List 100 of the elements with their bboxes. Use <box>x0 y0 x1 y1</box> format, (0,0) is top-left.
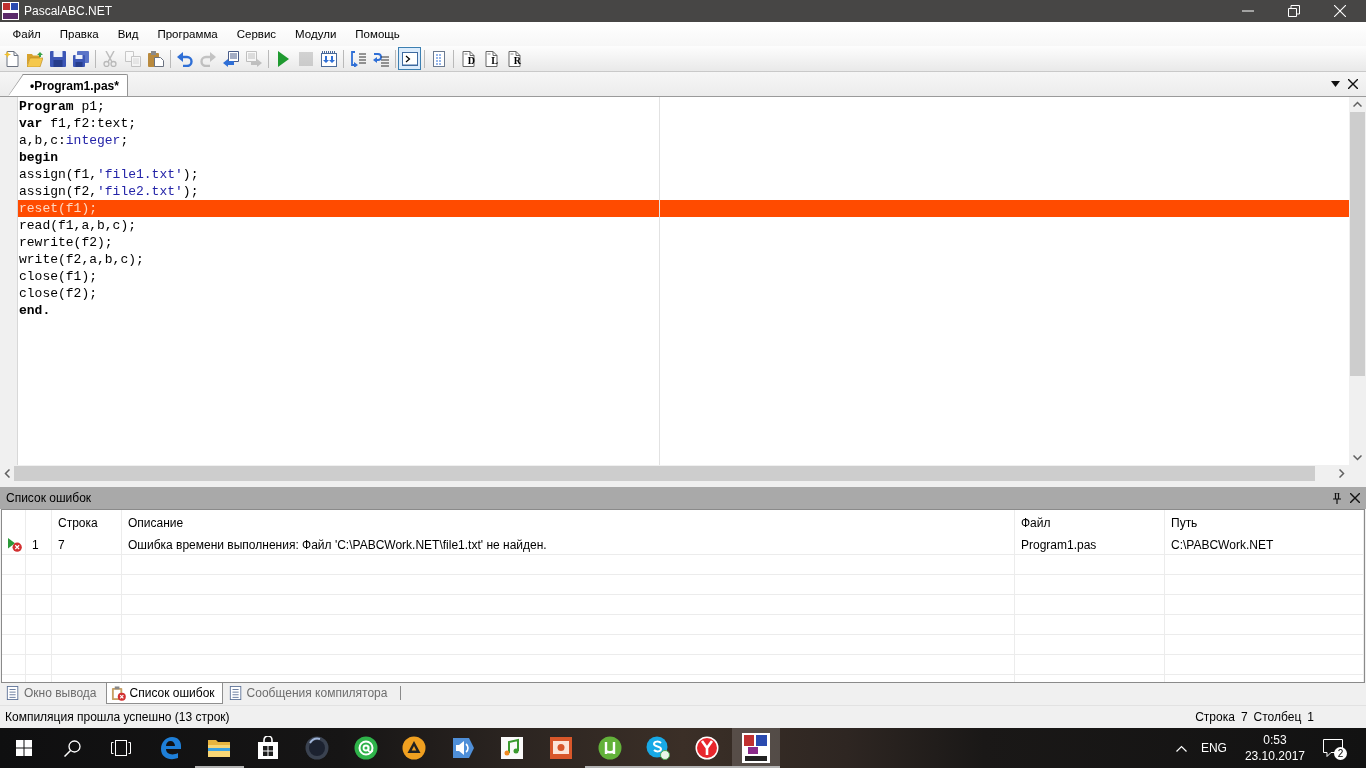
dark-sphere-icon <box>304 736 329 760</box>
language-indicator[interactable]: ENG <box>1194 741 1237 755</box>
notification-count: 2 <box>1334 747 1347 760</box>
copy-icon <box>124 50 141 67</box>
undo-icon <box>176 50 193 67</box>
menu-item[interactable]: Программа <box>147 24 228 44</box>
search-icon <box>63 739 81 757</box>
panel-tab[interactable]: Список ошибок <box>105 683 223 704</box>
output-window-button[interactable] <box>398 47 421 70</box>
column-header[interactable]: Путь <box>1165 510 1364 535</box>
page-arrow-left-icon <box>222 50 239 67</box>
window-title: PascalABC.NET <box>24 4 114 18</box>
menu-item[interactable]: Вид <box>108 24 148 44</box>
close-icon[interactable] <box>1350 493 1360 503</box>
scissors-icon <box>101 50 118 67</box>
status-message: Компиляция прошла успешно (13 строк) <box>5 710 231 724</box>
table-cell: Program1.pas <box>1021 538 1097 552</box>
triangle-disc-icon <box>402 736 427 760</box>
vertical-scrollbar[interactable] <box>1349 97 1366 465</box>
list-page-icon <box>6 686 20 700</box>
arrow-lines-icon <box>372 50 389 67</box>
menu-item[interactable]: Правка <box>50 24 109 44</box>
shopping-bag-icon <box>256 736 280 760</box>
chevron-right-icon[interactable] <box>1339 469 1345 478</box>
code-line: begin <box>18 149 59 166</box>
speaker-icon <box>451 736 476 760</box>
curved-arrow-lines-icon <box>349 50 366 67</box>
column-label: Столбец <box>1253 710 1302 724</box>
windows-logo-icon <box>16 740 32 756</box>
menu-item[interactable]: Файл <box>3 24 51 44</box>
column-number: 1 <box>1307 710 1314 724</box>
floppy-disks-icon <box>72 50 89 67</box>
column-header[interactable]: Файл <box>1015 510 1165 535</box>
table-cell: 1 <box>32 538 39 552</box>
console-icon <box>401 50 418 67</box>
torrent-icon <box>597 736 622 760</box>
page-arrow-right-icon <box>245 50 262 67</box>
code-line: read(f1,a,b,c); <box>18 217 138 234</box>
slides-icon <box>548 736 573 760</box>
list-page-icon <box>228 686 243 700</box>
column-header[interactable]: Строка <box>52 510 122 535</box>
app-logo-icon <box>741 733 770 763</box>
clock-time: 0:53 <box>1263 732 1287 748</box>
panel-title: Список ошибок <box>6 491 93 505</box>
code-line: close(f2); <box>18 285 98 302</box>
code-line: Program p1; <box>18 98 106 115</box>
skype-icon <box>646 736 671 760</box>
document-tab[interactable]: •Program1.pas* <box>8 74 128 96</box>
code-line: assign(f1,'file1.txt'); <box>18 166 200 183</box>
arrow-error-icon <box>8 538 22 552</box>
code-line: write(f2,a,b,c); <box>18 251 145 268</box>
clock-date: 23.10.2017 <box>1244 748 1305 764</box>
page-icon <box>505 50 522 67</box>
chevron-down-icon[interactable] <box>1353 455 1362 461</box>
clipboard-error-icon <box>110 685 126 701</box>
message-icon[interactable] <box>1323 738 1343 758</box>
redo-icon <box>199 50 216 67</box>
page-letter-button[interactable]: R <box>502 47 525 70</box>
menu-item[interactable]: Помощь <box>345 24 410 44</box>
app-logo-icon <box>2 2 19 20</box>
music-notes-icon <box>499 736 524 760</box>
stop-icon <box>297 50 314 67</box>
table-cell: C:\PABCWork.NET <box>1171 538 1274 552</box>
folder-icon <box>26 50 43 67</box>
line-number: 7 <box>1240 710 1248 724</box>
page-letter-button[interactable]: D <box>456 47 479 70</box>
code-line: rewrite(f2); <box>18 234 114 251</box>
clock[interactable]: 0:53 23.10.2017 <box>1236 732 1313 764</box>
restore-icon[interactable] <box>1288 5 1300 17</box>
pin-icon[interactable] <box>1333 492 1341 504</box>
menu-item[interactable]: Модули <box>285 24 346 44</box>
chevron-left-icon[interactable] <box>4 469 10 478</box>
table-cell: Ошибка времени выполнения: Файл 'C:\PABCWork.NET\file1.txt' не найден. <box>128 538 547 552</box>
code-line: close(f1); <box>18 268 98 285</box>
dashed-page-icon <box>430 50 447 67</box>
panel-tab[interactable]: Окно вывода <box>1 683 105 704</box>
close-icon[interactable] <box>1348 79 1358 89</box>
sparkle-page-icon <box>3 50 20 67</box>
line-label: Строка <box>1195 710 1235 724</box>
code-line: assign(f2,'file2.txt'); <box>18 183 200 200</box>
page-icon <box>482 50 499 67</box>
window-arrows-icon <box>320 50 337 67</box>
taskbar-app[interactable] <box>731 728 781 768</box>
at-sign-icon <box>353 736 378 760</box>
code-line: a,b,c:integer; <box>18 132 130 149</box>
clipboard-icon <box>147 50 164 67</box>
column-header[interactable]: Описание <box>122 510 1015 535</box>
code-line: var f1,f2:text; <box>18 115 138 132</box>
code-line: end. <box>18 302 52 319</box>
panel-tab[interactable]: Сообщения компилятора <box>223 683 396 704</box>
menu-item[interactable]: Сервис <box>227 24 286 44</box>
scrollbar-thumb[interactable] <box>1350 112 1365 376</box>
page-letter-button[interactable]: L <box>479 47 502 70</box>
code-editor[interactable]: Program p1; var f1,f2:text; a,b,c:integer; begin assign(f1,'file1.txt'); assign(f2,'file2.txt'); reset(f1); read(f1,a,b,c); rewrite(f2); write(f2,a,b,c); close(f1); close(f2); end. <box>18 97 1349 465</box>
table-cell: 7 <box>58 538 65 552</box>
yandex-icon <box>695 736 720 760</box>
edge-icon <box>158 736 183 760</box>
page-icon <box>459 50 476 67</box>
task-view-icon <box>111 740 131 756</box>
caret-down-icon[interactable] <box>1331 81 1340 87</box>
